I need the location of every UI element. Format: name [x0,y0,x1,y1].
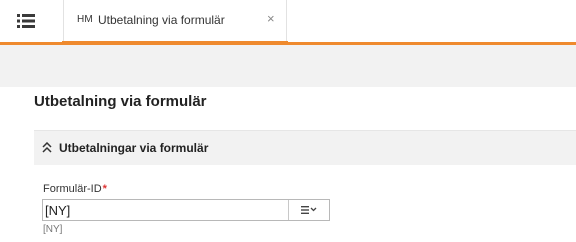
toolbar [0,45,576,87]
formular-id-field [42,199,330,221]
formular-id-label-text: Formulär-ID [43,183,102,195]
page-title: Utbetalning via formulär [34,93,207,110]
list-menu-icon [17,14,35,28]
section-header[interactable]: Utbetalningar via formulär [34,130,576,165]
list-dropdown-icon [301,206,317,214]
section-title: Utbetalningar via formulär [59,141,209,155]
formular-id-hint: [NY] [43,224,63,235]
double-chevron-up-icon [42,142,52,153]
required-marker: * [102,183,107,195]
formular-id-picker-button[interactable] [289,200,329,220]
tab-title: Utbetalning via formulär [98,13,225,27]
close-icon[interactable]: × [267,12,275,26]
tab-bar: HM Utbetalning via formulär × [0,0,576,45]
tab-code: HM [77,14,93,25]
menu-button[interactable] [0,0,52,42]
tab-utbetalning-via-formular[interactable]: HM Utbetalning via formulär × [63,0,287,42]
formular-id-label: Formulär-ID* [43,183,107,195]
formular-id-input[interactable] [43,200,288,220]
